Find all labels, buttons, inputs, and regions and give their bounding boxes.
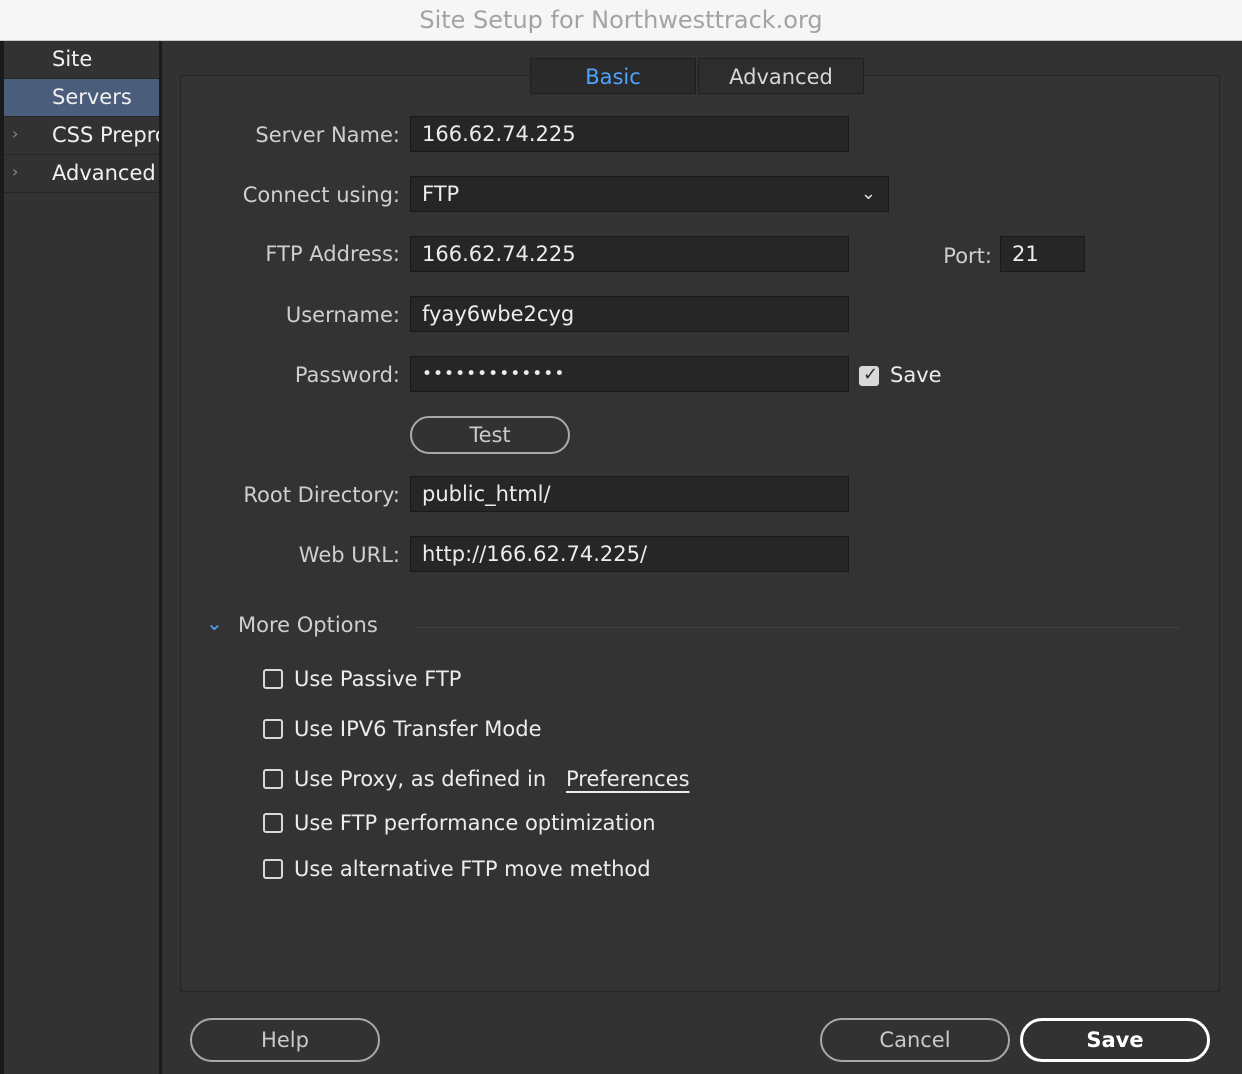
alternative-move-checkbox[interactable] <box>263 859 283 879</box>
sidebar-item-label: Site <box>52 47 93 71</box>
use-proxy-checkbox[interactable] <box>263 769 283 789</box>
chevron-down-icon: ⌄ <box>860 183 876 204</box>
alternative-move-label: Use alternative FTP move method <box>294 857 651 881</box>
ftp-performance-checkbox[interactable] <box>263 813 283 833</box>
title-bar: Site Setup for Northwesttrack.org <box>0 0 1242 41</box>
help-button[interactable]: Help <box>190 1018 380 1062</box>
cancel-button[interactable]: Cancel <box>820 1018 1010 1062</box>
server-settings-panel <box>180 75 1220 992</box>
sidebar-item-label: Servers <box>52 85 132 109</box>
passive-ftp-checkbox[interactable] <box>263 669 283 689</box>
connect-using-value: FTP <box>422 182 460 206</box>
username-label: Username: <box>285 303 400 327</box>
root-directory-field[interactable]: public_html/ <box>410 476 849 512</box>
tab-bar: Basic Advanced <box>530 58 864 94</box>
port-label: Port: <box>943 244 992 268</box>
test-button[interactable]: Test <box>410 416 570 454</box>
preferences-link[interactable]: Preferences <box>566 767 690 791</box>
server-name-label: Server Name: <box>255 123 400 147</box>
use-proxy-label: Use Proxy, as defined in <box>294 767 547 791</box>
more-options-divider <box>415 627 1180 628</box>
save-password-checkbox[interactable]: ✓ <box>859 364 879 386</box>
connect-using-label: Connect using: <box>242 183 400 207</box>
web-url-label: Web URL: <box>298 543 400 567</box>
more-options-toggle[interactable]: More Options <box>238 613 378 637</box>
ftp-performance-label: Use FTP performance optimization <box>294 811 656 835</box>
passive-ftp-label: Use Passive FTP <box>294 667 462 691</box>
checkmark-icon: ✓ <box>863 364 879 385</box>
ipv6-transfer-label: Use IPV6 Transfer Mode <box>294 717 542 741</box>
sidebar-item-site[interactable]: Site <box>4 41 159 79</box>
root-directory-label: Root Directory: <box>243 483 400 507</box>
connect-using-select[interactable]: FTP ⌄ <box>410 176 889 212</box>
window-title: Site Setup for Northwesttrack.org <box>419 6 823 34</box>
username-field[interactable]: fyay6wbe2cyg <box>410 296 849 332</box>
ipv6-transfer-checkbox[interactable] <box>263 719 283 739</box>
server-name-field[interactable]: 166.62.74.225 <box>410 116 849 152</box>
password-label: Password: <box>294 363 400 387</box>
save-password-label: Save <box>890 363 942 387</box>
save-button[interactable]: Save <box>1020 1018 1210 1062</box>
chevron-right-icon[interactable]: › <box>12 162 18 181</box>
port-field[interactable]: 21 <box>1000 236 1085 272</box>
web-url-field[interactable]: http://166.62.74.225/ <box>410 536 849 572</box>
sidebar-item-label: Advanced <box>52 161 156 185</box>
tab-advanced[interactable]: Advanced <box>698 58 864 94</box>
tab-basic[interactable]: Basic <box>530 58 696 94</box>
password-field[interactable]: ••••••••••••• <box>410 356 849 392</box>
sidebar-item-servers[interactable]: Servers <box>4 79 159 117</box>
chevron-down-icon[interactable]: ⌄ <box>206 611 223 635</box>
